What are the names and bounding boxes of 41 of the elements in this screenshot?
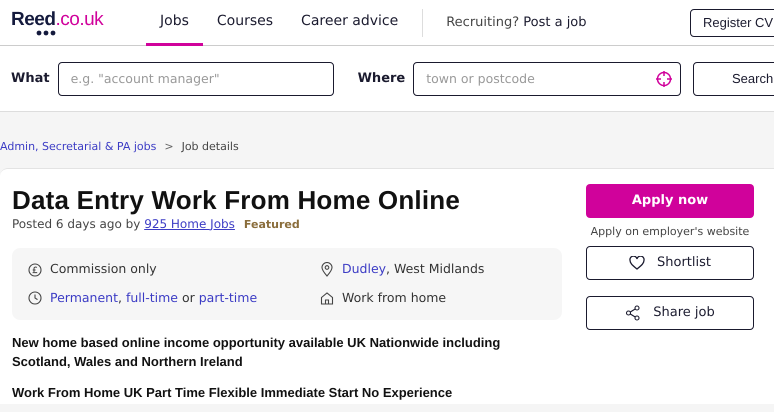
reed-logo[interactable]: Reed.co.uk <box>11 10 103 36</box>
fact-link[interactable]: full-time <box>126 290 178 305</box>
clock-icon <box>28 291 42 306</box>
shortlist-button[interactable]: Shortlist <box>586 246 754 280</box>
where-label: Where <box>358 70 406 88</box>
fact-text: , West Midlands <box>386 261 484 276</box>
fact-link[interactable]: Dudley <box>342 261 386 276</box>
pound-icon <box>28 262 42 277</box>
posted-text: Posted 6 days ago by <box>12 216 140 230</box>
recruiting-text: Recruiting? <box>446 14 520 30</box>
heart-icon <box>629 256 645 270</box>
what-input[interactable]: e.g. "account manager" <box>58 62 334 96</box>
description-text: Work From Home UK Part Time Flexible Immediate Start No Experience <box>12 384 454 402</box>
nav-tab[interactable]: Career advice <box>287 0 412 46</box>
company-link[interactable]: 925 Home Jobs <box>144 216 235 230</box>
register-cv-button[interactable]: Register CV <box>690 9 774 37</box>
description-text: New home based online income opportunity available UK Nationwide including Scotland, Wales and Northern Ireland <box>12 334 502 371</box>
map-pin-icon <box>320 262 334 278</box>
share-icon <box>625 305 642 321</box>
breadcrumb-current: Job details <box>182 139 239 155</box>
search-button[interactable]: Search <box>693 62 774 96</box>
where-input[interactable]: town or postcode <box>413 62 682 96</box>
fact-link[interactable]: Permanent <box>50 290 118 305</box>
what-label: What <box>11 70 50 88</box>
breadcrumb-link[interactable]: Admin, Secretarial & PA jobs <box>0 139 156 156</box>
apply-note: Apply on employer's website <box>590 224 750 240</box>
post-job-link[interactable]: Post a job <box>523 14 587 30</box>
share-job-button[interactable]: Share job <box>586 296 754 330</box>
nav-tab[interactable]: Courses <box>202 0 288 46</box>
fact-link[interactable]: part-time <box>198 290 258 305</box>
locate-icon[interactable] <box>655 70 674 88</box>
fact-text: , <box>118 290 122 305</box>
house-icon <box>320 291 334 306</box>
breadcrumb-separator: > <box>164 139 174 155</box>
job-title: Data Entry Work From Home Online <box>12 184 461 216</box>
fact-text: Work from home <box>342 290 446 305</box>
dots-icon <box>36 30 56 36</box>
apply-now-button[interactable]: Apply now <box>586 184 754 218</box>
featured-label: Featured <box>244 218 300 230</box>
fact-text: or <box>182 290 195 305</box>
fact-text: Commission only <box>50 261 157 276</box>
